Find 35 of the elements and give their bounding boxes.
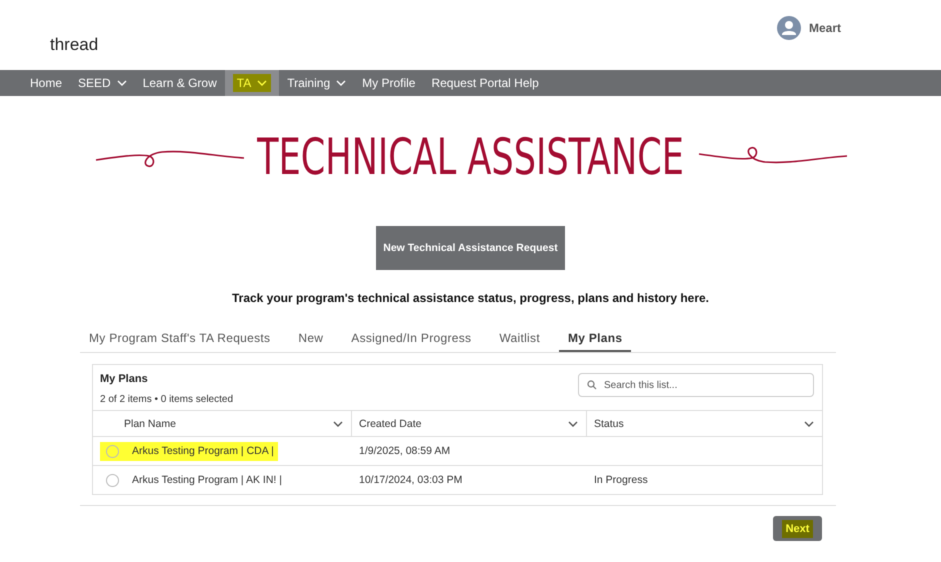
user-name[interactable]: Meart xyxy=(808,21,841,35)
tab[interactable]: Waitlist xyxy=(490,325,549,352)
column-header[interactable]: Plan Name xyxy=(93,410,352,436)
table-cell: 10/17/2024, 03:03 PM xyxy=(359,474,462,486)
column-header[interactable]: Created Date xyxy=(352,410,587,436)
new-request-button[interactable]: New Technical Assistance Request xyxy=(376,226,565,270)
row-radio[interactable] xyxy=(106,474,119,486)
thread-logo[interactable]: thread xyxy=(50,15,98,55)
page-subtitle: Track your program's technical assistance status, progress, plans and history here. xyxy=(230,291,710,305)
table-cell: Arkus Testing Program | CDA | xyxy=(132,445,274,457)
search-icon xyxy=(587,380,597,390)
table-cell: Arkus Testing Program | AK IN! | xyxy=(132,474,282,486)
nav-item[interactable]: Learn & Grow xyxy=(134,70,225,96)
chevron-down-icon xyxy=(333,420,343,426)
table-cell: 1/9/2025, 08:59 AM xyxy=(359,445,450,457)
chevron-down-icon xyxy=(804,420,814,426)
nav-item[interactable]: SEED xyxy=(70,70,135,96)
list-title: My Plans xyxy=(100,373,149,385)
user-avatar-icon[interactable] xyxy=(776,16,801,40)
tab[interactable]: My Plans xyxy=(558,325,632,352)
page-title: TECHNICAL ASSISTANCE xyxy=(257,128,684,186)
next-button[interactable]: Next xyxy=(773,516,822,541)
nav-item[interactable]: Training xyxy=(279,70,354,96)
search-field[interactable]: Search this list... xyxy=(578,373,814,397)
table-cell: In Progress xyxy=(594,474,648,486)
column-header[interactable]: Status xyxy=(587,410,823,436)
nav-item[interactable]: Home xyxy=(22,70,70,96)
nav-item[interactable]: Request Portal Help xyxy=(423,70,547,96)
list-summary: 2 of 2 items • 0 items selected xyxy=(100,394,234,405)
nav-item[interactable]: My Profile xyxy=(354,70,424,96)
tab[interactable]: My Program Staff's TA Requests xyxy=(80,325,280,352)
chevron-down-icon xyxy=(568,420,578,426)
tab[interactable]: New xyxy=(289,325,332,352)
tab[interactable]: Assigned/In Progress xyxy=(342,325,480,352)
row-radio[interactable] xyxy=(106,444,119,458)
